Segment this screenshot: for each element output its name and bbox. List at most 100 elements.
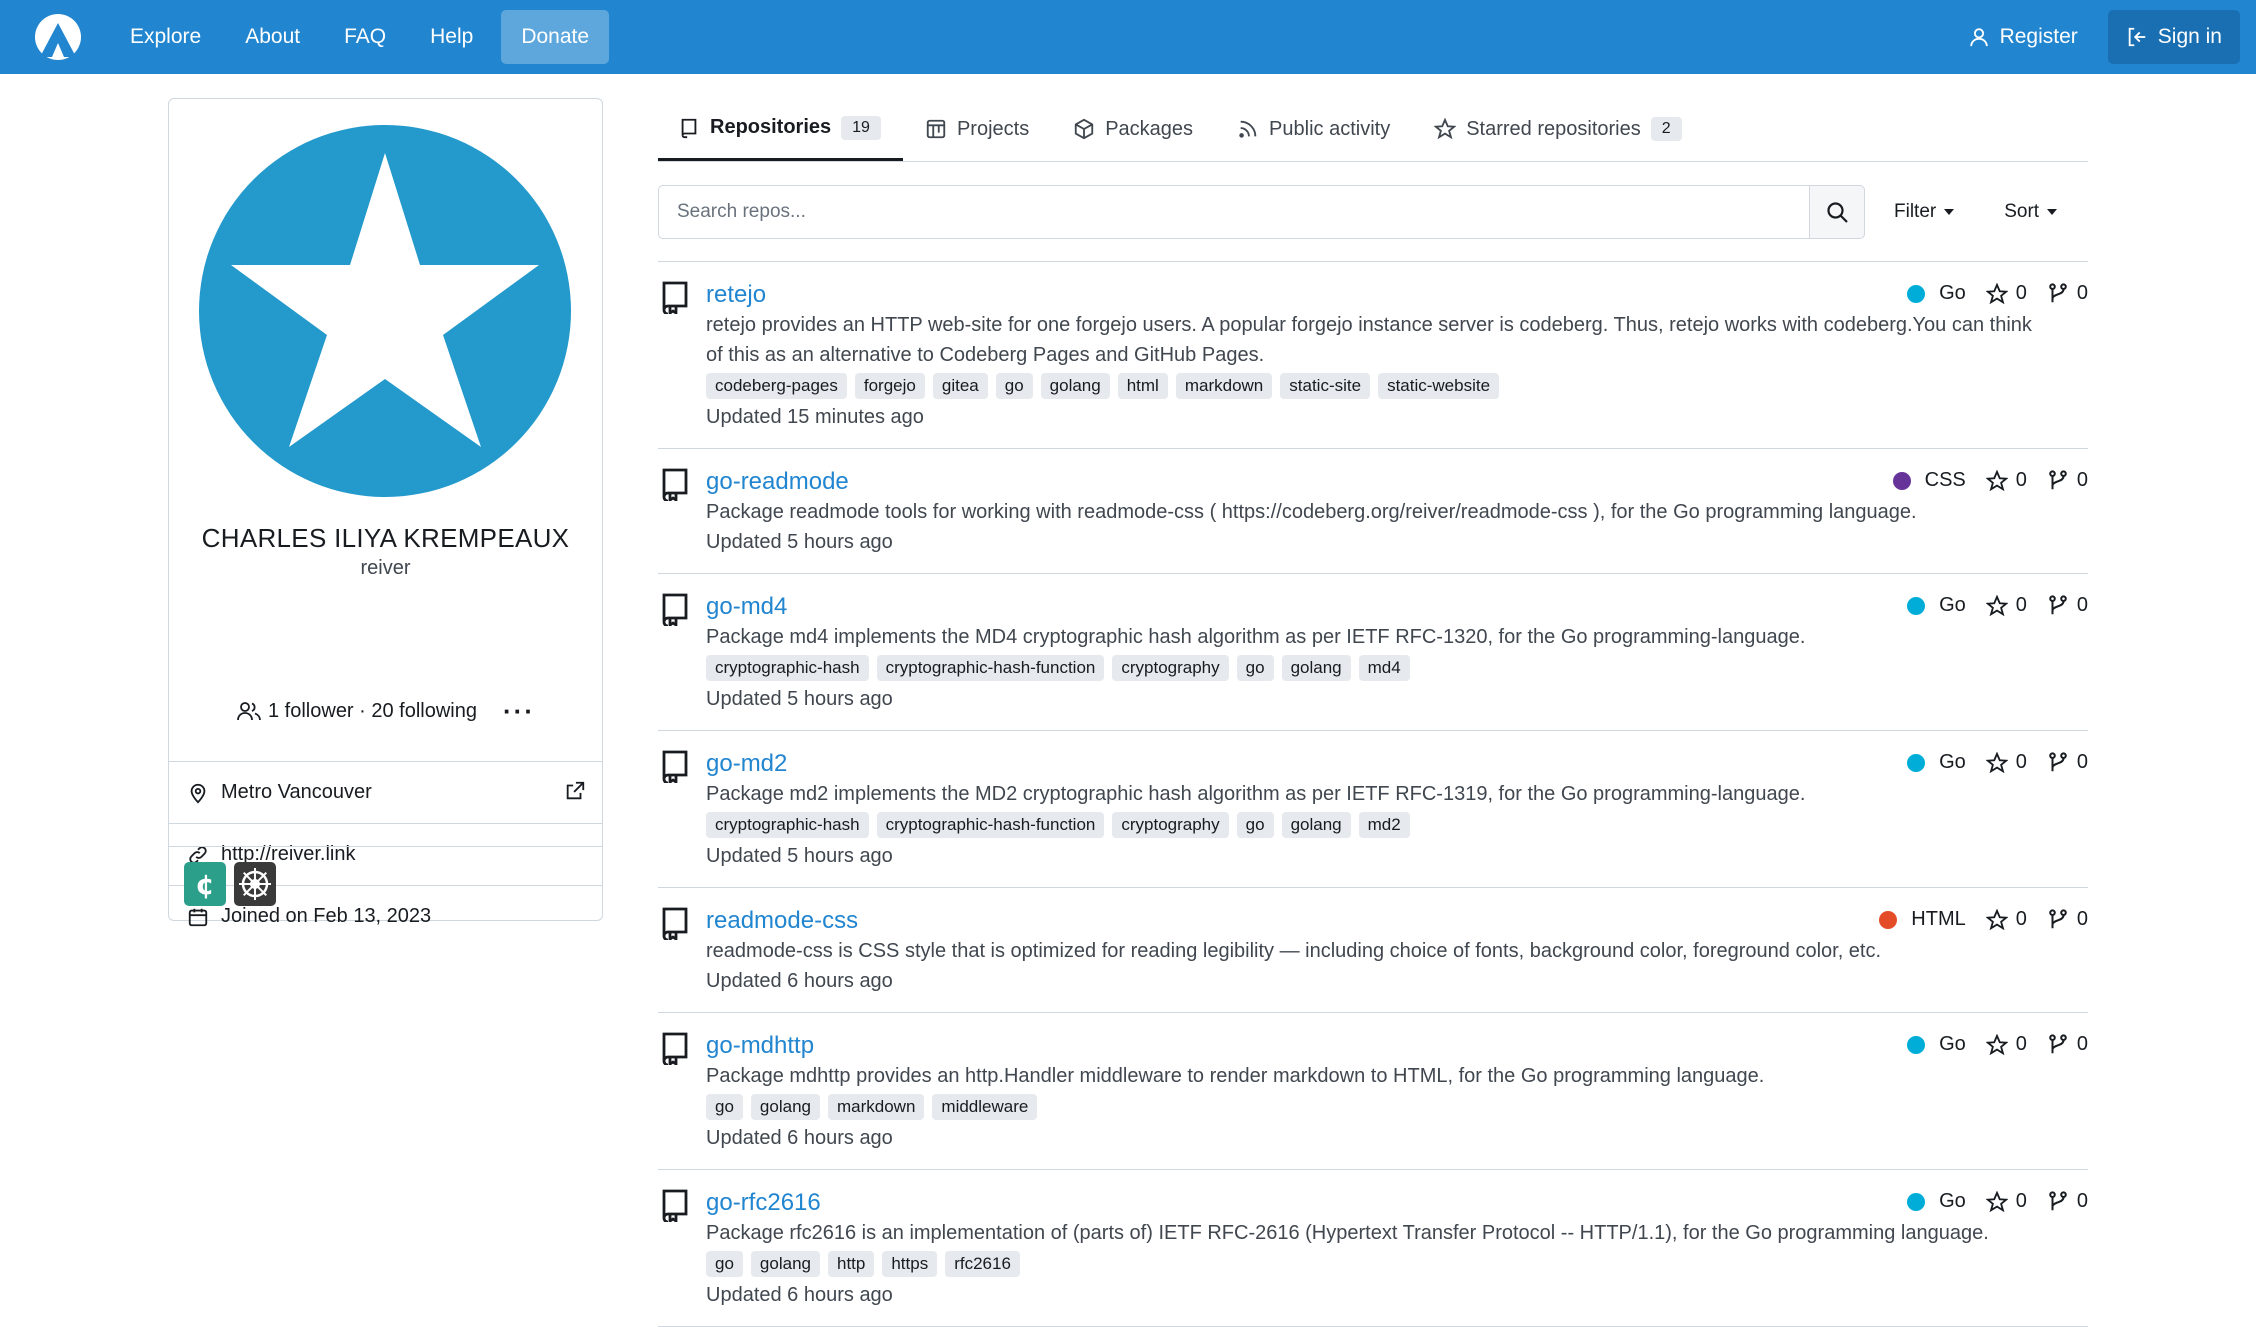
topic-tag[interactable]: http xyxy=(827,1251,875,1277)
external-link-icon[interactable] xyxy=(564,780,586,802)
location-icon xyxy=(190,783,206,803)
nav-help[interactable]: Help xyxy=(408,10,495,64)
repo-name-link[interactable]: go-md2 xyxy=(706,749,2088,779)
filter-caret-icon xyxy=(1944,209,1955,215)
topic-tag[interactable]: go xyxy=(1236,812,1274,838)
topic-tag[interactable]: static-website xyxy=(1378,373,1500,399)
repo-topics: go golang http https rfc2616 xyxy=(706,1251,2088,1277)
tab-starred-repositories[interactable]: Starred repositories 2 xyxy=(1412,97,1703,161)
package-icon xyxy=(1075,118,1094,140)
topic-tag[interactable]: forgejo xyxy=(854,373,925,399)
topic-tag[interactable]: go xyxy=(706,1251,743,1277)
topic-tag[interactable]: cryptography xyxy=(1112,812,1229,838)
star-icon[interactable] xyxy=(1985,594,2008,617)
repo-star-count[interactable]: 0 xyxy=(2016,908,2027,931)
fork-icon[interactable] xyxy=(2047,908,2069,931)
repo-name-link[interactable]: go-mdhttp xyxy=(706,1031,2088,1061)
tab-packages[interactable]: Packages xyxy=(1051,97,1215,161)
star-icon[interactable] xyxy=(1985,1190,2008,1213)
fork-icon[interactable] xyxy=(2047,751,2069,774)
repo-updated-time: Updated 6 hours ago xyxy=(706,1284,893,1306)
repo-fork-count[interactable]: 0 xyxy=(2077,1190,2088,1213)
topic-tag[interactable]: golang xyxy=(750,1251,820,1277)
topic-tag[interactable]: md2 xyxy=(1358,812,1410,838)
search-button[interactable] xyxy=(1809,185,1865,239)
repo-icon xyxy=(660,1031,690,1067)
repo-language: Go xyxy=(1939,282,1966,304)
repo-star-count[interactable]: 0 xyxy=(2016,751,2027,774)
repo-name-link[interactable]: retejo xyxy=(706,280,2088,310)
repo-name-link[interactable]: go-rfc2616 xyxy=(706,1188,2088,1218)
nav-about[interactable]: About xyxy=(223,10,322,64)
repo-fork-count[interactable]: 0 xyxy=(2077,594,2088,617)
joined-text: Joined on Feb 13, 2023 xyxy=(221,905,432,927)
topic-tag[interactable]: cryptography xyxy=(1112,655,1229,681)
tab-projects[interactable]: Projects xyxy=(903,97,1051,161)
repo-star-count[interactable]: 0 xyxy=(2016,1033,2027,1056)
topic-tag[interactable]: go xyxy=(1236,655,1274,681)
repo-fork-count[interactable]: 0 xyxy=(2077,1033,2088,1056)
topic-tag[interactable]: cryptographic-hash xyxy=(706,812,869,838)
topic-tag[interactable]: gitea xyxy=(932,373,988,399)
topic-tag[interactable]: golang xyxy=(1281,812,1351,838)
repo-star-count[interactable]: 0 xyxy=(2016,594,2027,617)
repo-star-count[interactable]: 0 xyxy=(2016,469,2027,492)
repo-name-link[interactable]: go-readmode xyxy=(706,467,2088,497)
topic-tag[interactable]: middleware xyxy=(932,1094,1038,1120)
topic-tag[interactable]: markdown xyxy=(1175,373,1273,399)
repo-icon xyxy=(660,280,690,316)
profile-tabs: Repositories 19 Projects Packages Public… xyxy=(658,98,2088,162)
followers-link[interactable]: 1 follower · 20 following xyxy=(268,700,477,723)
fork-icon[interactable] xyxy=(2047,282,2069,305)
topic-tag[interactable]: static-site xyxy=(1280,373,1371,399)
repo-icon xyxy=(660,467,690,503)
more-options-icon[interactable]: ··· xyxy=(503,698,535,724)
repo-name-link[interactable]: go-md4 xyxy=(706,592,2088,622)
repo-star-count[interactable]: 0 xyxy=(2016,282,2027,305)
signin-button[interactable]: Sign in xyxy=(2107,10,2240,64)
fork-icon[interactable] xyxy=(2047,594,2069,617)
forgejo-logo-icon[interactable] xyxy=(34,13,82,61)
tab-public-activity[interactable]: Public activity xyxy=(1215,97,1412,161)
star-icon[interactable] xyxy=(1985,1033,2008,1056)
topic-tag[interactable]: cryptographic-hash-function xyxy=(876,812,1105,838)
fork-icon[interactable] xyxy=(2047,1033,2069,1056)
topic-tag[interactable]: md4 xyxy=(1358,655,1410,681)
repo-search-input[interactable] xyxy=(658,185,1809,239)
repo-description: Package mdhttp provides an http.Handler … xyxy=(706,1065,1765,1087)
nav-faq[interactable]: FAQ xyxy=(322,10,408,64)
fork-icon[interactable] xyxy=(2047,469,2069,492)
topic-tag[interactable]: codeberg-pages xyxy=(706,373,847,399)
topic-tag[interactable]: go xyxy=(995,373,1033,399)
topic-tag[interactable]: rfc2616 xyxy=(945,1251,1020,1277)
repo-fork-count[interactable]: 0 xyxy=(2077,751,2088,774)
repo-star-count[interactable]: 0 xyxy=(2016,1190,2027,1213)
topic-tag[interactable]: cryptographic-hash xyxy=(706,655,869,681)
star-icon[interactable] xyxy=(1985,282,2008,305)
repo-fork-count[interactable]: 0 xyxy=(2077,469,2088,492)
tab-packages-label: Packages xyxy=(1105,117,1194,140)
cent-badge-icon[interactable]: ¢ xyxy=(184,862,226,906)
topic-tag[interactable]: golang xyxy=(1040,373,1110,399)
topic-tag[interactable]: go xyxy=(706,1094,743,1120)
star-icon[interactable] xyxy=(1985,469,2008,492)
sort-dropdown[interactable]: Sort xyxy=(2004,201,2058,223)
topic-tag[interactable]: cryptographic-hash-function xyxy=(876,655,1105,681)
topic-tag[interactable]: markdown xyxy=(827,1094,925,1120)
topic-tag[interactable]: golang xyxy=(1281,655,1351,681)
nav-explore[interactable]: Explore xyxy=(108,10,223,64)
tab-repositories[interactable]: Repositories 19 xyxy=(658,97,903,161)
star-icon[interactable] xyxy=(1985,751,2008,774)
topic-tag[interactable]: golang xyxy=(750,1094,820,1120)
topic-tag[interactable]: html xyxy=(1117,373,1168,399)
star-icon[interactable] xyxy=(1985,908,2008,931)
helm-badge-icon[interactable] xyxy=(234,862,276,906)
topic-tag[interactable]: https xyxy=(882,1251,938,1277)
filter-dropdown[interactable]: Filter xyxy=(1894,201,1955,223)
register-button[interactable]: Register xyxy=(1950,10,2096,64)
nav-donate-button[interactable]: Donate xyxy=(501,10,610,64)
repo-fork-count[interactable]: 0 xyxy=(2077,908,2088,931)
fork-icon[interactable] xyxy=(2047,1190,2069,1213)
repo-fork-count[interactable]: 0 xyxy=(2077,282,2088,305)
repo-updated-time: Updated 6 hours ago xyxy=(706,1127,893,1149)
